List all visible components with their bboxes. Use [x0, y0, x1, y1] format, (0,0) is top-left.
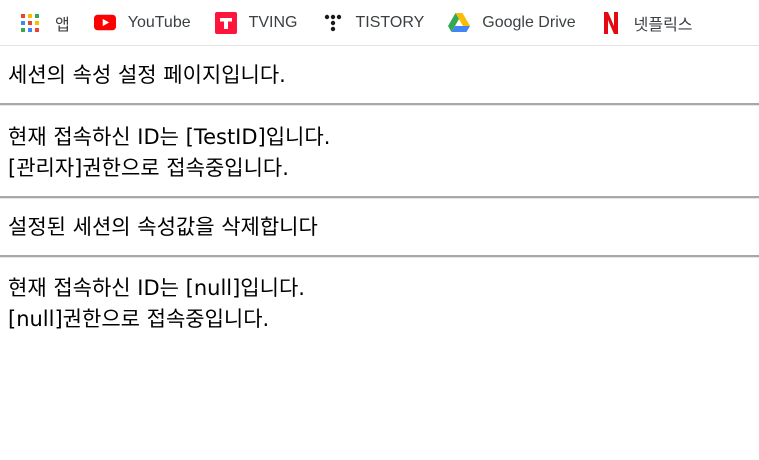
bookmark-tving[interactable]: TVING — [214, 11, 298, 34]
bookmark-tistory[interactable]: TISTORY — [322, 12, 425, 34]
tving-icon — [214, 11, 237, 34]
bookmark-apps[interactable]: 앱 — [19, 11, 70, 35]
bookmark-label: 앱 — [55, 16, 70, 34]
delete-attributes-text: 설정된 세션의 속성값을 삭제합니다 — [8, 215, 318, 239]
netflix-icon — [600, 11, 622, 34]
bookmark-label: 넷플릭스 — [633, 16, 693, 34]
youtube-icon — [93, 12, 116, 34]
page-content: 세션의 속성 설정 페이지입니다. 현재 접속하신 ID는 [TestID]입니… — [0, 46, 759, 335]
google-drive-icon — [448, 12, 471, 34]
apps-grid-icon — [19, 12, 41, 34]
current-role-text: [관리자]권한으로 접속중입니다. — [8, 156, 289, 180]
bookmark-label: TVING — [248, 13, 298, 31]
current-id-text: 현재 접속하신 ID는 [TestID]입니다. — [8, 125, 331, 149]
bookmark-youtube[interactable]: YouTube — [93, 12, 191, 34]
intro-text: 세션의 속성 설정 페이지입니다. — [8, 63, 286, 87]
tistory-icon — [322, 12, 344, 34]
bookmark-google-drive[interactable]: Google Drive — [448, 12, 576, 34]
bookmark-label: TISTORY — [355, 13, 425, 31]
bookmarks-bar: 앱 YouTube TVING TISTORY Google Drive 넷플릭… — [0, 0, 759, 46]
current-id-after-delete-text: 현재 접속하신 ID는 [null]입니다. — [8, 276, 305, 300]
bookmark-label: Google Drive — [482, 13, 576, 31]
bookmark-netflix[interactable]: 넷플릭스 — [600, 11, 693, 35]
bookmark-label: YouTube — [127, 13, 191, 31]
current-role-after-delete-text: [null]권한으로 접속중입니다. — [8, 307, 270, 331]
